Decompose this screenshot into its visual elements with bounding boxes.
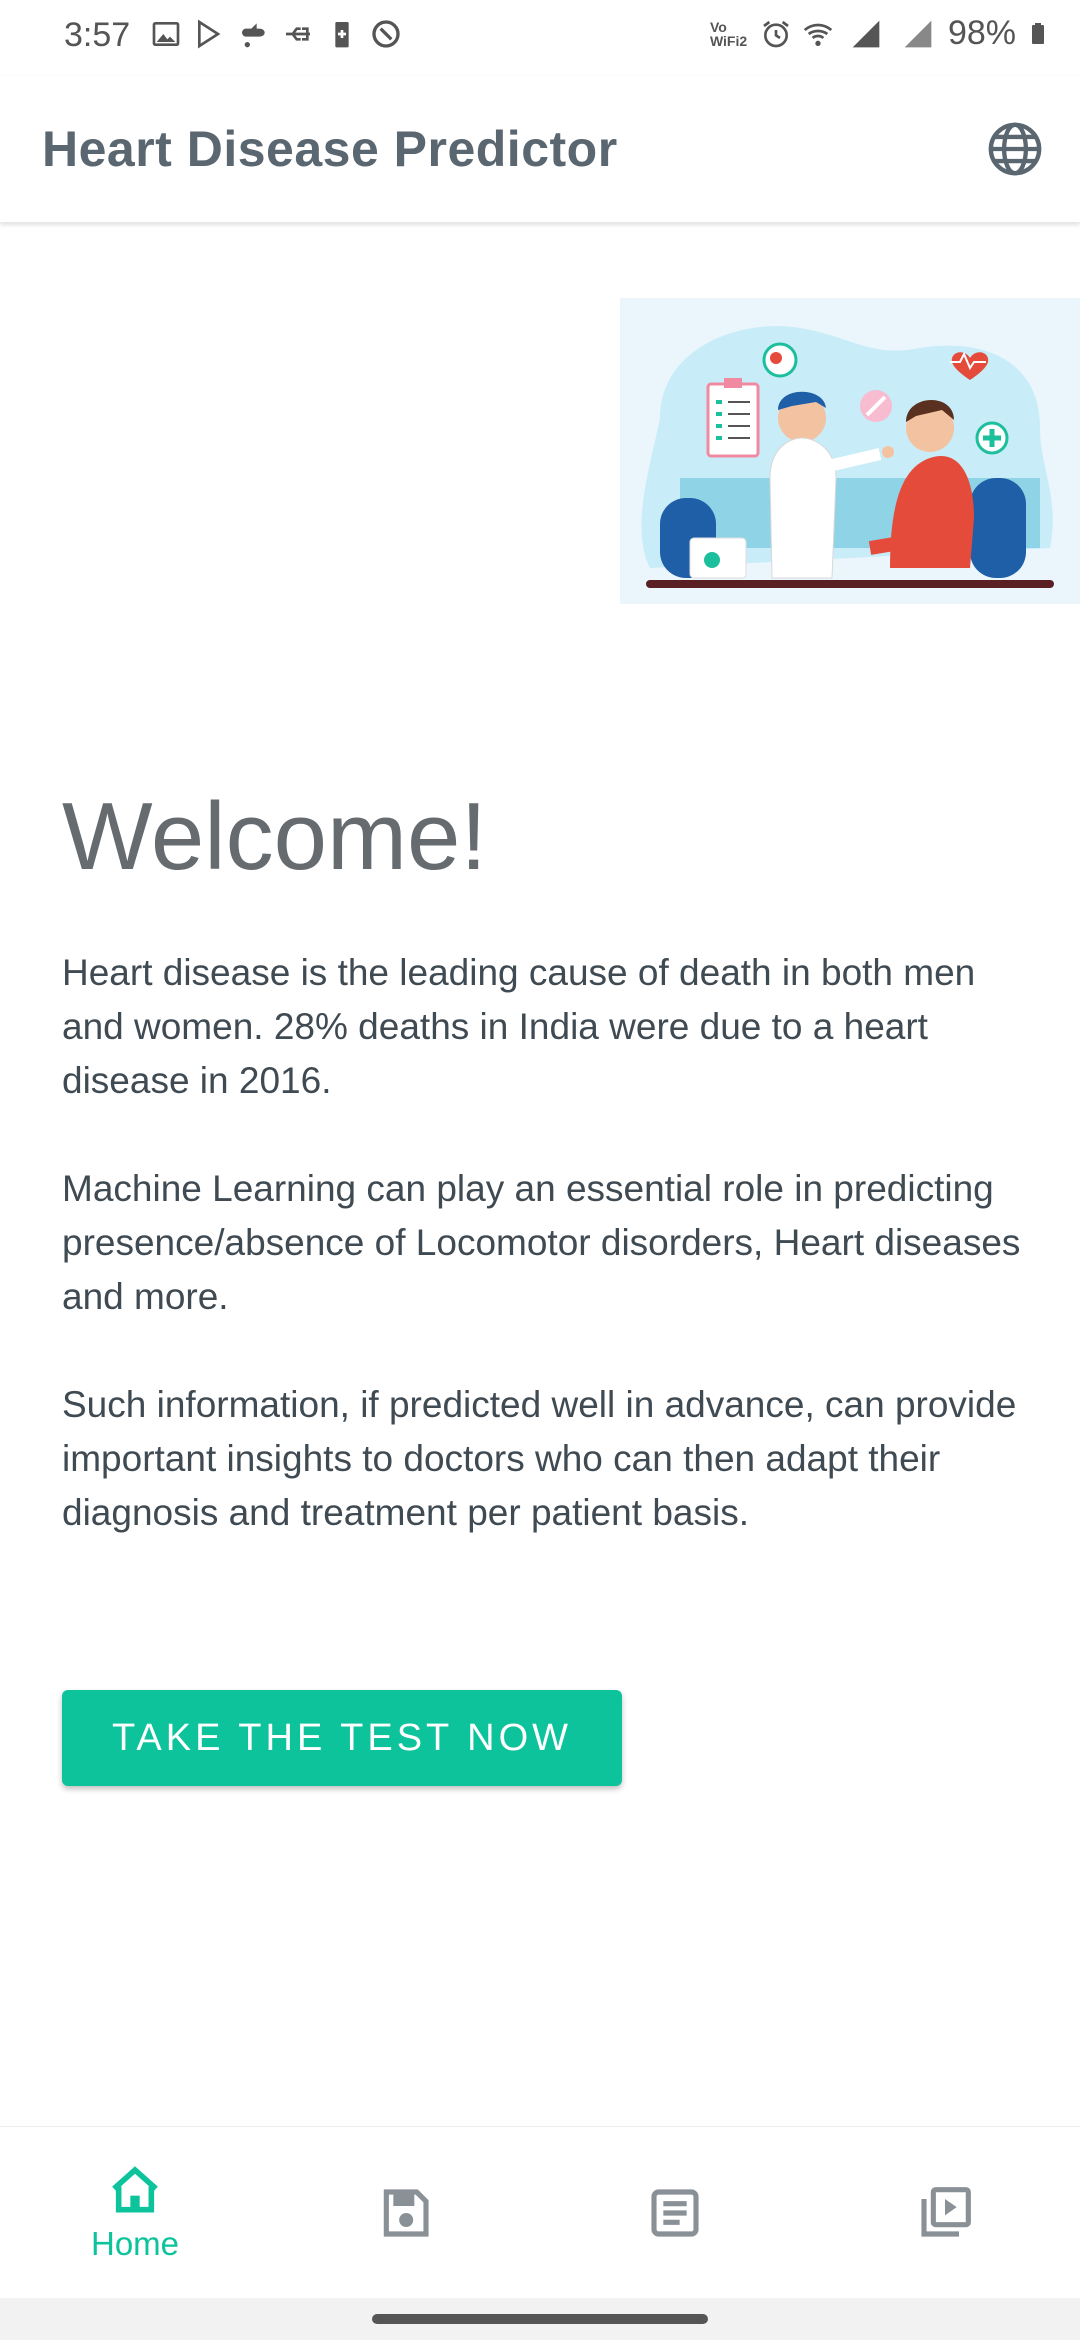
image-icon — [152, 22, 180, 46]
insights-paragraph: Such information, if predicted well in a… — [62, 1384, 1017, 1533]
bottom-navigation: Home — [0, 2126, 1080, 2299]
article-icon — [651, 2189, 699, 2237]
ml-paragraph: Machine Learning can play an essential r… — [62, 1168, 1021, 1317]
signal-icon-2 — [904, 20, 932, 47]
status-system-icons: Vo WiFi2 98% — [710, 14, 1050, 53]
battery-saver-icon — [335, 22, 349, 48]
app-title: Heart Disease Predictor — [42, 121, 618, 177]
illustration-graphic — [641, 326, 1054, 588]
signal-icon — [852, 20, 880, 47]
take-test-button[interactable]: TAKE THE TEST NOW — [62, 1690, 622, 1786]
nav-item-videos[interactable] — [810, 2127, 1080, 2299]
language-button[interactable] — [984, 118, 1046, 180]
data-saver-icon — [372, 20, 400, 48]
nav-item-save[interactable] — [270, 2127, 540, 2299]
globe-icon — [988, 122, 1042, 176]
home-gesture-pill[interactable] — [372, 2314, 708, 2324]
wifi-icon — [803, 23, 833, 46]
app-bar: Heart Disease Predictor — [0, 76, 1080, 223]
vowifi-icon: Vo WiFi2 — [709, 18, 748, 49]
doctor-patient-illustration — [620, 298, 1080, 604]
status-bar: 3:57 Vo WiFi2 98% — [0, 0, 1080, 76]
battery-percent: 98% — [947, 14, 1016, 52]
play-store-icon — [198, 19, 221, 49]
status-time: 3:57 — [64, 16, 131, 54]
nav-item-article[interactable] — [540, 2127, 810, 2299]
chat-icon — [242, 23, 265, 48]
battery-icon — [1032, 22, 1044, 44]
nav-label-home: Home — [90, 2225, 180, 2262]
welcome-heading: Welcome! — [62, 783, 488, 890]
status-notification-icons — [150, 18, 402, 50]
nav-item-home[interactable]: Home — [0, 2127, 270, 2299]
save-icon — [383, 2189, 429, 2237]
usb-icon — [286, 27, 310, 41]
alarm-icon — [763, 20, 789, 47]
video-library-icon — [921, 2187, 971, 2237]
gesture-bar — [0, 2298, 1080, 2340]
home-icon — [112, 2166, 158, 2213]
intro-paragraph: Heart disease is the leading cause of de… — [62, 952, 976, 1101]
